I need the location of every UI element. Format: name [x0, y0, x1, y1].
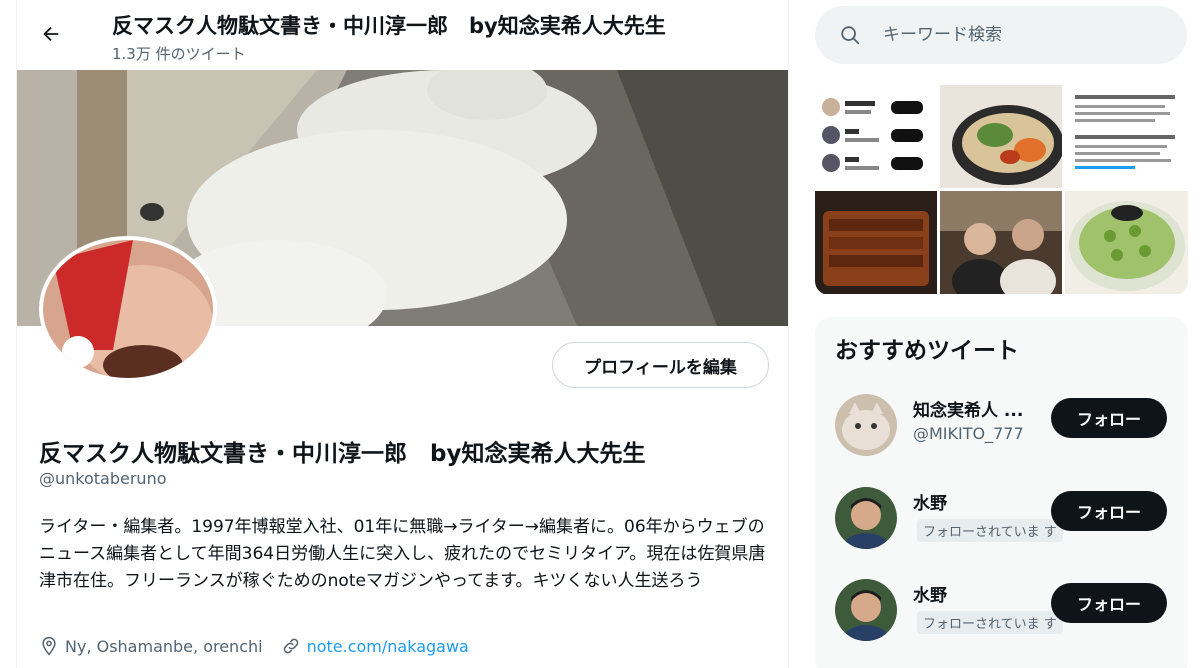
follow-button[interactable]: フォロー: [1051, 398, 1167, 438]
recommendations-panel: おすすめツイート 知念実希人 ... @MIKITO_777 フォロー 水野 フ…: [815, 317, 1188, 668]
follows-you-badge: フォローされていま す: [917, 519, 1063, 542]
avatar[interactable]: [835, 487, 897, 549]
header-title: 反マスク人物駄文書き・中川淳一郎 by知念実希人大先生: [112, 14, 666, 38]
profile-bio: ライター・編集者。1997年博報堂入社、01年に無職→ライター→編集者に。06年…: [39, 517, 766, 591]
link-icon: [283, 638, 298, 654]
back-button[interactable]: [33, 16, 69, 52]
location-item: Ny, Oshamanbe, orenchi: [39, 636, 263, 656]
profile-column: 反マスク人物駄文書き・中川淳一郎 by知念実希人大先生 1.3万 件のツイート …: [16, 0, 789, 668]
profile-header: 反マスク人物駄文書き・中川淳一郎 by知念実希人大先生 1.3万 件のツイート: [17, 0, 788, 70]
media-tile[interactable]: [1065, 191, 1188, 294]
profile-handle: @unkotaberuno: [39, 469, 167, 488]
avatar[interactable]: [835, 394, 897, 456]
media-grid: [815, 85, 1188, 295]
profile-name: 反マスク人物駄文書き・中川淳一郎 by知念実希人大先生: [39, 441, 646, 467]
recommendation-name[interactable]: 水野: [913, 489, 1048, 514]
avatar[interactable]: [835, 579, 897, 641]
media-tile[interactable]: [815, 191, 937, 294]
search-input[interactable]: [883, 25, 1143, 45]
media-tile[interactable]: [1065, 85, 1188, 188]
recommendation-name[interactable]: 水野: [913, 581, 1048, 606]
search-icon: [841, 26, 860, 45]
media-tile[interactable]: [940, 85, 1062, 188]
back-arrow-icon: [43, 26, 59, 42]
location-text: Ny, Oshamanbe, orenchi: [65, 636, 263, 656]
location-icon: [42, 636, 56, 656]
edit-profile-button[interactable]: プロフィールを編集: [552, 342, 769, 388]
website-item[interactable]: note.com/nakagawa: [281, 636, 469, 656]
profile-avatar[interactable]: [39, 236, 217, 382]
follow-button[interactable]: フォロー: [1051, 491, 1167, 531]
recommendation-name[interactable]: 知念実希人 ...: [913, 396, 1048, 421]
media-tile[interactable]: [815, 85, 937, 188]
recommendation-item[interactable]: 水野 フォローされていま す フォロー: [815, 487, 1188, 567]
tweet-count: 1.3万 件のツイート: [112, 45, 246, 63]
website-link[interactable]: note.com/nakagawa: [307, 637, 469, 656]
search-bar[interactable]: [815, 6, 1187, 64]
profile-meta: Ny, Oshamanbe, orenchi note.com/nakagawa: [39, 636, 487, 656]
recommendation-item[interactable]: 水野 フォローされていま す フォロー: [815, 579, 1188, 659]
follow-button[interactable]: フォロー: [1051, 583, 1167, 623]
recommendation-item[interactable]: 知念実希人 ... @MIKITO_777 フォロー: [815, 394, 1188, 474]
recommendation-handle: @MIKITO_777: [913, 424, 1024, 443]
follows-you-badge: フォローされていま す: [917, 611, 1063, 634]
media-tile[interactable]: [940, 191, 1062, 294]
recommendations-title: おすすめツイート: [835, 338, 1019, 364]
